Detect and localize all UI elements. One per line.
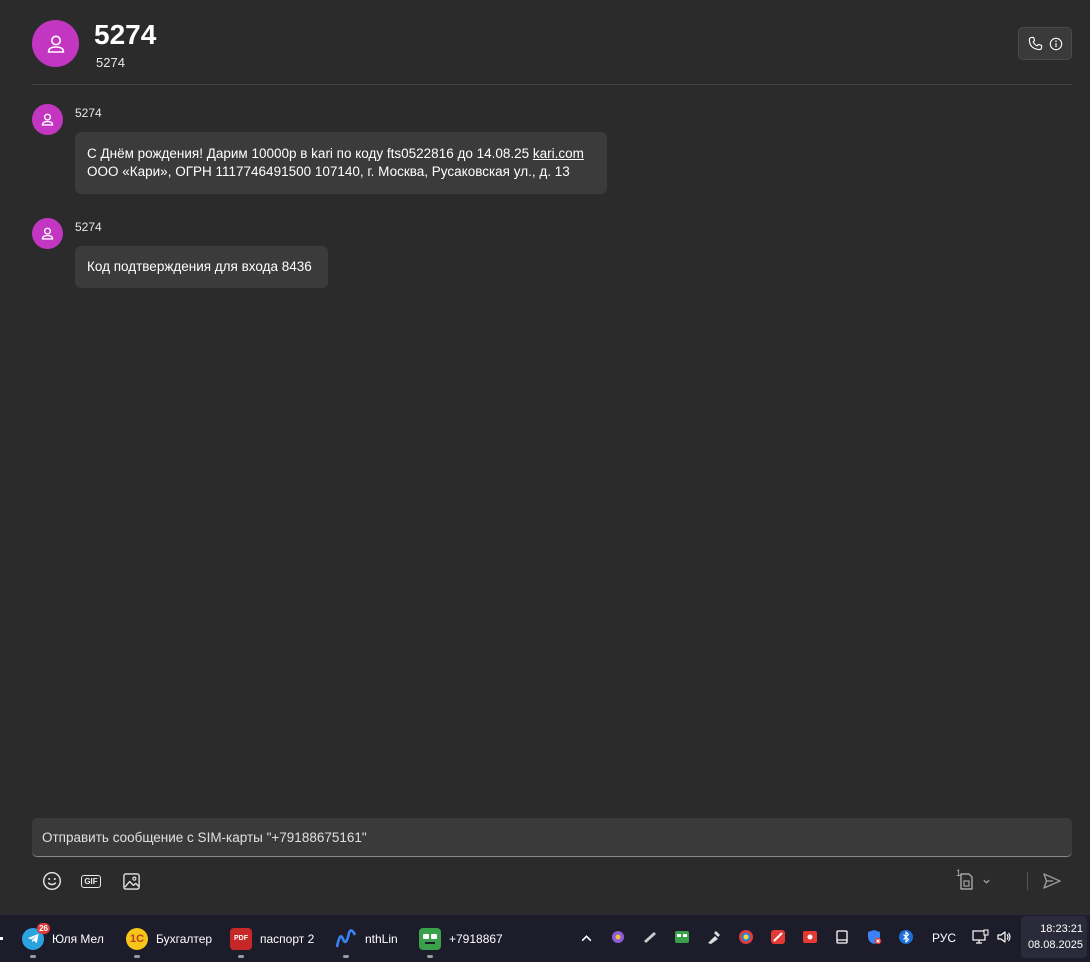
- running-indicator: [343, 955, 349, 958]
- tray-video-icon[interactable]: [801, 928, 819, 946]
- tray-pen-icon[interactable]: [641, 928, 659, 946]
- conversation-title: 5274: [94, 19, 157, 50]
- taskbar-edge: [0, 937, 3, 940]
- running-indicator: [238, 955, 244, 958]
- header-actions[interactable]: [1018, 27, 1072, 60]
- taskbar-item-label: паспорт 2: [260, 931, 315, 946]
- taskbar-item-label: +7918867: [449, 931, 503, 946]
- message-sender: 5274: [75, 220, 102, 234]
- person-icon: [41, 227, 54, 240]
- clock-date: 08.08.2025: [1027, 939, 1083, 951]
- message-line: ООО «Кари», ОГРН 1117746491500 107140, г…: [87, 164, 570, 179]
- toolbar-separator: [1027, 872, 1028, 890]
- taskbar-item-label: Бухгалтер: [156, 931, 213, 946]
- image-icon: [122, 872, 140, 890]
- tray-tool-icon[interactable]: [705, 928, 723, 946]
- compose-box[interactable]: [32, 818, 1072, 857]
- taskbar-item-label: nthLin: [365, 931, 398, 946]
- message-input[interactable]: [32, 818, 1072, 856]
- emoji-button[interactable]: [40, 869, 64, 893]
- taskbar-item-pdf[interactable]: PDF паспорт 2: [230, 915, 314, 962]
- pdf-icon: PDF: [230, 927, 252, 950]
- message-avatar: [32, 218, 63, 249]
- emoji-icon: [42, 871, 62, 891]
- sim-selector[interactable]: 1: [956, 868, 1002, 893]
- gif-button[interactable]: GIF: [79, 869, 103, 893]
- message-line: С Днём рождения! Дарим 10000р в kari по …: [87, 145, 595, 163]
- message-avatar: [32, 104, 63, 135]
- taskbar: 26 Юля Мел 1C Бухгалтер PDF паспорт 2 nt…: [0, 914, 1090, 961]
- 1c-icon: 1C: [126, 927, 148, 950]
- send-button[interactable]: [1040, 869, 1064, 893]
- taskbar-item-1c[interactable]: 1C Бухгалтер: [126, 915, 212, 962]
- message-bubble[interactable]: С Днём рождения! Дарим 10000р в kari по …: [75, 132, 607, 194]
- volume-icon[interactable]: [995, 928, 1013, 946]
- telegram-icon: 26: [22, 922, 50, 950]
- person-icon: [41, 113, 54, 126]
- taskbar-item-label: Юля Мел: [52, 931, 104, 946]
- running-indicator: [134, 955, 140, 958]
- phone-link-icon: [419, 927, 441, 950]
- security-icon[interactable]: [865, 928, 883, 946]
- network-icon[interactable]: [971, 928, 989, 946]
- gif-label: GIF: [81, 874, 101, 888]
- clock[interactable]: 18:23:21 08.08.2025: [1021, 916, 1087, 958]
- image-button[interactable]: [119, 869, 143, 893]
- chevron-down-icon: [983, 879, 990, 884]
- tray-phone-link-icon[interactable]: [673, 928, 691, 946]
- sim-icon: 1: [956, 868, 974, 891]
- conversation-subtitle: 5274: [96, 55, 125, 70]
- send-icon: [1043, 873, 1061, 889]
- message-link[interactable]: kari.com: [533, 146, 584, 161]
- running-indicator: [427, 955, 433, 958]
- person-icon: [47, 35, 64, 53]
- message-text: Код подтверждения для входа 8436: [87, 259, 312, 274]
- tray-tablet-icon[interactable]: [833, 928, 851, 946]
- message-bubble[interactable]: Код подтверждения для входа 8436: [75, 246, 328, 288]
- taskbar-item-phone-link[interactable]: +7918867: [419, 915, 503, 962]
- tray-browser-icon[interactable]: [737, 928, 755, 946]
- tray-app-icon[interactable]: [609, 928, 627, 946]
- info-icon[interactable]: [1049, 37, 1063, 51]
- contact-avatar: [32, 20, 79, 67]
- phone-icon[interactable]: [1028, 36, 1043, 51]
- header-divider: [32, 84, 1072, 85]
- chevron-up-icon[interactable]: [580, 932, 593, 945]
- messages-app: 5274 5274 5274 С Днём рождения! Дарим 10…: [0, 0, 1090, 914]
- language-indicator[interactable]: РУС: [932, 931, 956, 945]
- running-indicator: [30, 955, 36, 958]
- unread-badge: 26: [37, 922, 50, 934]
- message-sender: 5274: [75, 106, 102, 120]
- bluetooth-icon[interactable]: [897, 928, 915, 946]
- app-icon: [335, 928, 357, 950]
- clock-time: 18:23:21: [1040, 923, 1083, 935]
- taskbar-item-telegram[interactable]: 26 Юля Мел: [22, 915, 104, 962]
- taskbar-item-app[interactable]: nthLin: [335, 915, 398, 962]
- message-text: С Днём рождения! Дарим 10000р в kari по …: [87, 146, 533, 161]
- tray-app-red-icon[interactable]: [769, 928, 787, 946]
